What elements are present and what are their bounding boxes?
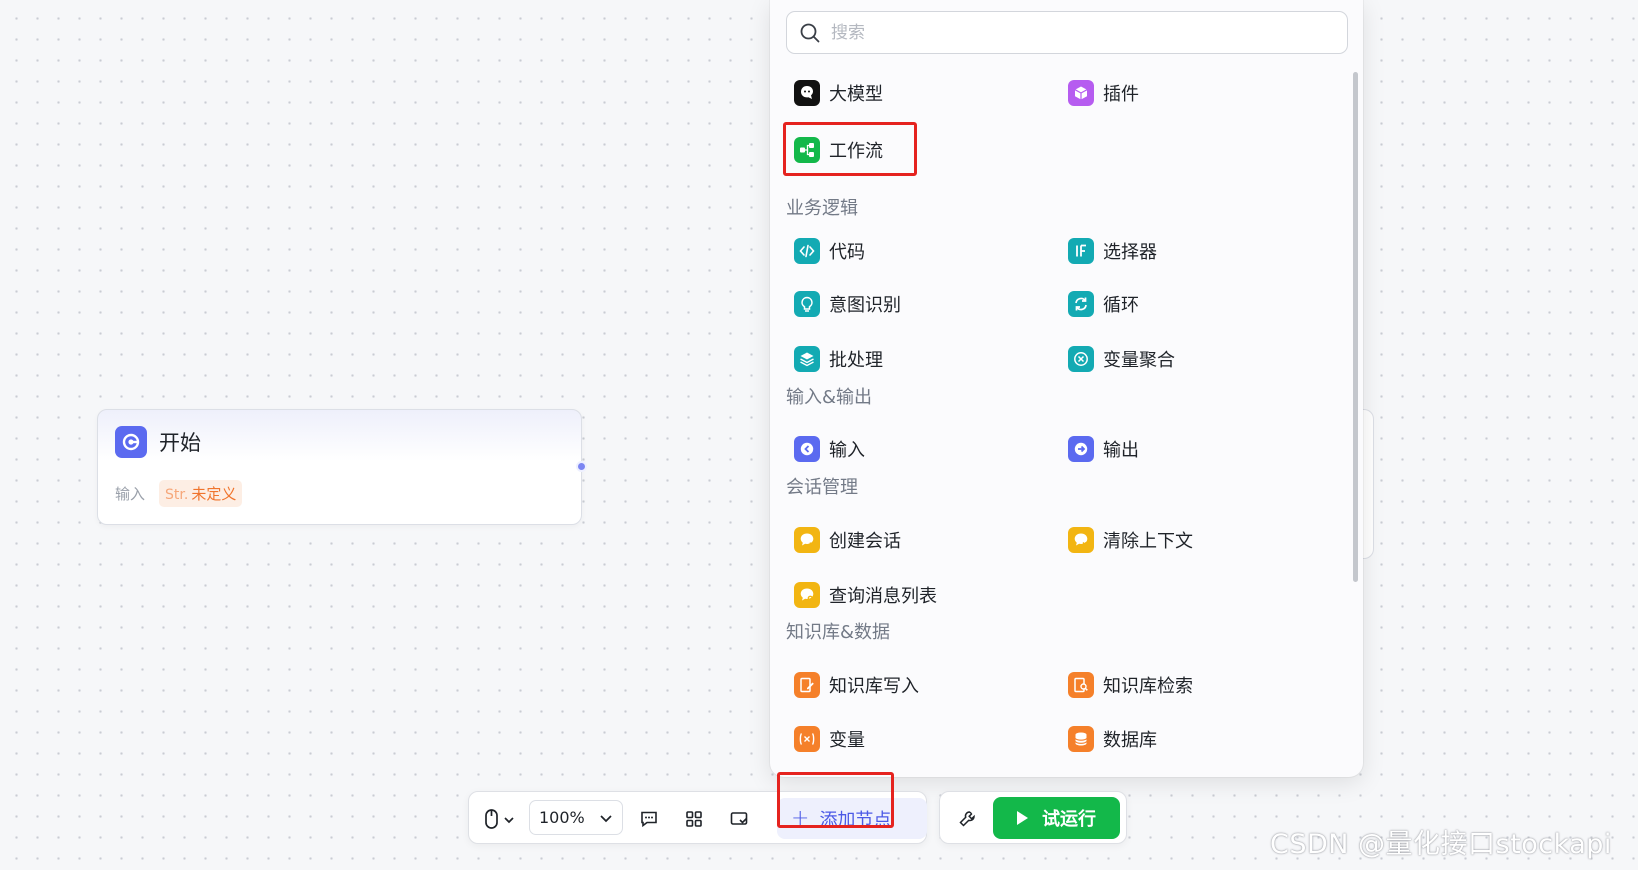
canvas-toolbar: 100% + 添加节点 [468, 791, 927, 844]
watermark: CSDN @量化接口stockapi [1270, 829, 1612, 860]
section-title-session: 会话管理 [786, 477, 858, 498]
node-item-label: 变量聚合 [1103, 350, 1175, 371]
node-item-label: 清除上下文 [1103, 531, 1193, 552]
node-item-label: 创建会话 [829, 531, 901, 552]
node-item-workflow[interactable]: 工作流 [794, 130, 883, 170]
node-item-label: 循环 [1103, 295, 1139, 316]
add-node-button[interactable]: + 添加节点 [777, 798, 927, 839]
zoom-value: 100% [539, 808, 585, 827]
llm-icon [794, 80, 820, 106]
aggregate-icon [1068, 346, 1094, 372]
section-title-business-logic: 业务逻辑 [786, 198, 858, 219]
query-messages-icon [794, 582, 820, 608]
add-node-label: 添加节点 [819, 809, 892, 831]
comment-icon [641, 811, 657, 828]
node-item-label: 输入 [829, 440, 865, 461]
node-item-query-messages[interactable]: 查询消息列表 [794, 575, 937, 615]
debug-settings-button[interactable] [952, 804, 982, 834]
search-icon [800, 23, 820, 42]
node-item-knowledge-write[interactable]: 知识库写入 [794, 665, 919, 705]
section-title-input-output: 输入&输出 [786, 387, 873, 408]
output-icon [1068, 436, 1094, 462]
plus-icon: + [791, 806, 810, 831]
knowledge-search-icon [1068, 672, 1094, 698]
node-item-label: 数据库 [1103, 730, 1157, 751]
node-item-label: 工作流 [829, 141, 883, 162]
plugin-icon [1068, 80, 1094, 106]
code-icon [794, 238, 820, 264]
node-item-output[interactable]: 输出 [1068, 429, 1139, 469]
node-item-label: 输出 [1103, 440, 1139, 461]
test-run-label: 试运行 [1042, 809, 1096, 830]
node-item-create-session[interactable]: 创建会话 [794, 520, 901, 560]
layout-grid-icon [686, 811, 702, 827]
start-node[interactable]: 开始 输入 Str. 未定义 [97, 409, 582, 525]
batch-icon [794, 346, 820, 372]
node-item-label: 查询消息列表 [829, 586, 937, 607]
node-item-label: 选择器 [1103, 242, 1157, 263]
node-item-label: 批处理 [829, 350, 883, 371]
add-node-panel: 大模型 插件 工作流 业务逻辑 代码 选择器 意图识别 循 [770, 0, 1363, 777]
start-node-input-label: 输入 [115, 485, 146, 503]
node-item-label: 代码 [829, 242, 865, 263]
node-item-label: 插件 [1103, 84, 1139, 105]
type-prefix: Str. [165, 487, 189, 503]
zoom-select[interactable]: 100% [529, 800, 623, 835]
start-node-output-handle[interactable] [576, 461, 587, 472]
node-item-intent[interactable]: 意图识别 [794, 284, 901, 324]
wrench-icon [959, 811, 975, 827]
input-icon [794, 436, 820, 462]
loop-icon [1068, 291, 1094, 317]
workflow-icon [794, 137, 820, 163]
intent-icon [794, 291, 820, 317]
create-session-icon [794, 527, 820, 553]
variable-type-tag: Str. 未定义 [159, 480, 243, 507]
node-item-loop[interactable]: 循环 [1068, 284, 1139, 324]
interaction-mode-button[interactable] [480, 804, 520, 834]
database-icon [1068, 726, 1094, 752]
node-item-database[interactable]: 数据库 [1068, 719, 1157, 759]
panel-scrollbar[interactable] [1353, 72, 1358, 582]
node-item-variable[interactable]: 变量 [794, 719, 865, 759]
node-item-llm[interactable]: 大模型 [794, 73, 883, 113]
node-item-label: 知识库检索 [1103, 676, 1193, 697]
minimap-icon [730, 812, 748, 825]
node-item-input[interactable]: 输入 [794, 429, 865, 469]
start-node-title: 开始 [159, 431, 201, 455]
clear-context-icon [1068, 527, 1094, 553]
node-item-label: 知识库写入 [829, 676, 919, 697]
play-icon [1017, 811, 1028, 825]
auto-layout-button[interactable] [679, 804, 709, 834]
variable-icon [794, 726, 820, 752]
node-item-variable-aggregate[interactable]: 变量聚合 [1068, 339, 1175, 379]
node-item-plugin[interactable]: 插件 [1068, 73, 1139, 113]
node-item-knowledge-search[interactable]: 知识库检索 [1068, 665, 1193, 705]
comment-button[interactable] [634, 804, 664, 834]
node-item-clear-context[interactable]: 清除上下文 [1068, 520, 1193, 560]
mouse-icon [485, 809, 514, 829]
search-input[interactable] [831, 22, 1311, 43]
node-item-label: 大模型 [829, 84, 883, 105]
minimap-button[interactable] [724, 804, 754, 834]
section-title-knowledge-data: 知识库&数据 [786, 622, 891, 643]
node-item-code[interactable]: 代码 [794, 231, 865, 271]
node-item-selector[interactable]: 选择器 [1068, 231, 1157, 271]
search-box[interactable] [786, 11, 1348, 54]
chevron-down-icon [600, 815, 612, 823]
knowledge-write-icon [794, 672, 820, 698]
selector-icon [1068, 238, 1094, 264]
run-toolbar: 试运行 [939, 791, 1127, 844]
start-node-icon [115, 426, 147, 458]
test-run-button[interactable]: 试运行 [993, 797, 1120, 839]
type-value: 未定义 [191, 485, 237, 503]
node-item-label: 变量 [829, 730, 865, 751]
node-item-batch[interactable]: 批处理 [794, 339, 883, 379]
node-item-label: 意图识别 [829, 295, 901, 316]
